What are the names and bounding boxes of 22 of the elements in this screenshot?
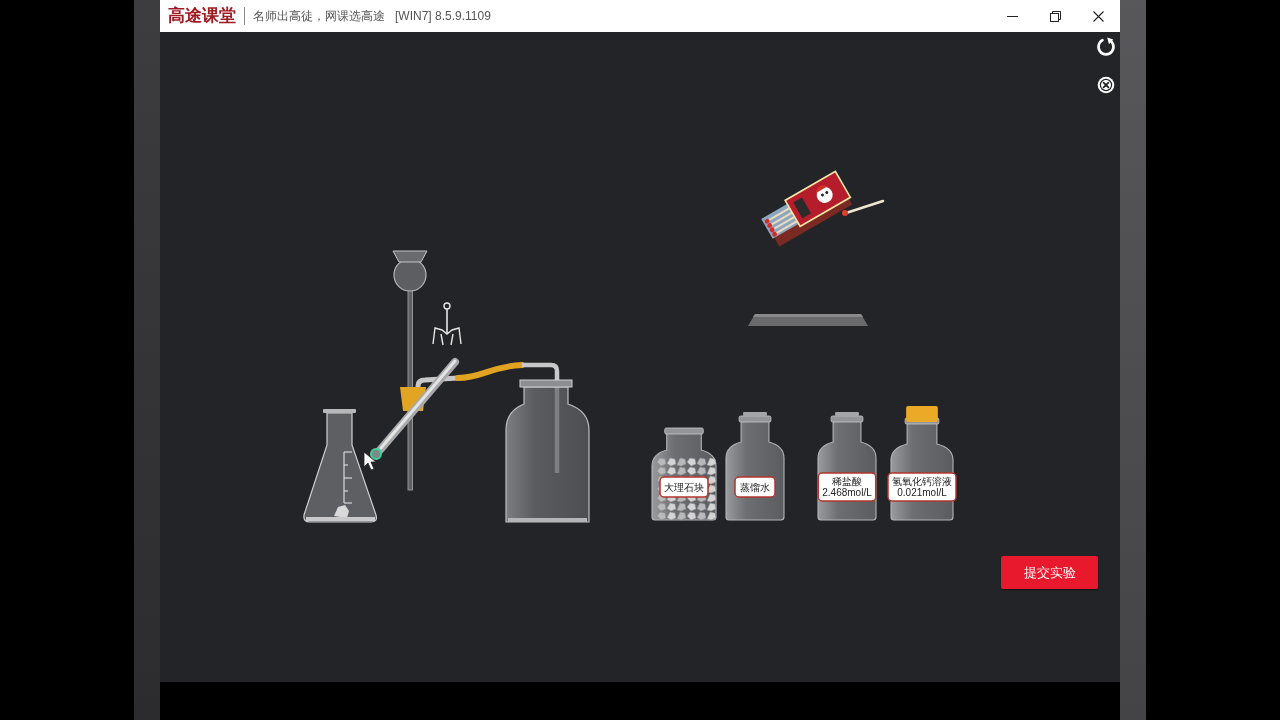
exit-button[interactable] bbox=[1097, 76, 1115, 94]
matchstick[interactable] bbox=[842, 199, 885, 216]
reset-button[interactable] bbox=[1096, 37, 1116, 57]
restore-icon bbox=[1050, 10, 1061, 22]
app-version: [WIN7] 8.5.9.1109 bbox=[395, 8, 491, 25]
app-slogan: 名师出高徒，网课选高途 bbox=[253, 8, 385, 25]
minimize-icon bbox=[1007, 15, 1018, 17]
bottle-label: 蒸馏水 bbox=[734, 476, 776, 498]
glass-rod[interactable] bbox=[376, 358, 459, 454]
submit-button[interactable]: 提交实验 bbox=[1001, 556, 1098, 589]
mouse-cursor-icon bbox=[363, 451, 377, 471]
close-icon bbox=[1093, 10, 1104, 22]
refresh-icon bbox=[1096, 37, 1116, 57]
bottle-label: 大理石块 bbox=[659, 476, 709, 498]
close-circle-icon bbox=[1097, 76, 1115, 94]
matchbox[interactable] bbox=[761, 170, 853, 247]
bottle-label: 稀盐酸 2.468mol/L bbox=[817, 472, 877, 502]
bottle-label: 氢氧化钙溶液 0.021mol/L bbox=[887, 472, 957, 502]
rubber-stopper bbox=[400, 387, 426, 411]
clamp bbox=[432, 302, 462, 346]
app-logo: 高途课堂 bbox=[167, 5, 236, 28]
ring-icon bbox=[370, 448, 382, 460]
